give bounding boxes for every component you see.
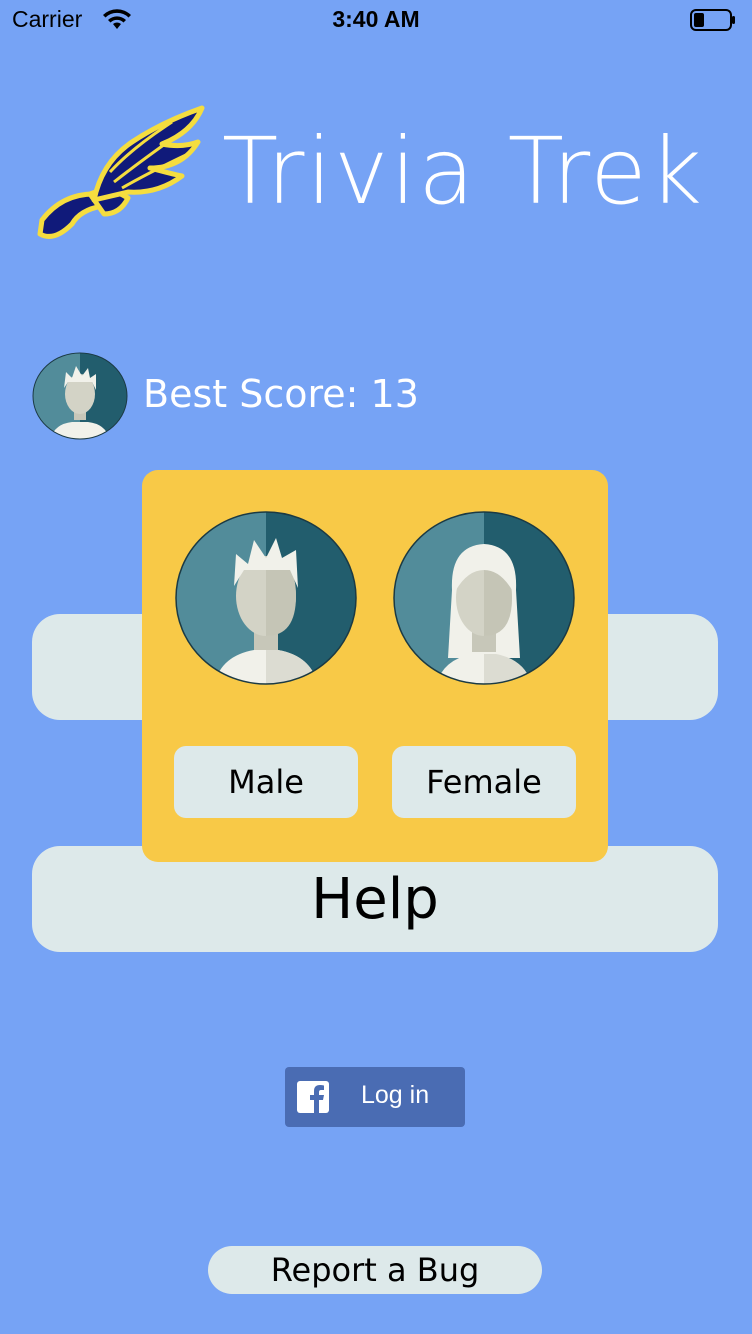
help-button-label: Help — [311, 866, 439, 932]
male-avatar-icon[interactable] — [174, 510, 358, 686]
male-avatar-icon[interactable] — [32, 352, 128, 440]
status-bar: Carrier 3:40 AM — [0, 0, 752, 40]
best-score-label: Best Score: 13 — [143, 372, 419, 416]
battery-icon — [690, 9, 735, 31]
female-avatar-icon[interactable] — [392, 510, 576, 686]
facebook-login-button[interactable]: Log in — [285, 1067, 465, 1127]
facebook-login-label: Log in — [361, 1081, 430, 1109]
female-button-label: Female — [426, 763, 542, 801]
gender-picker-popup: Male Female — [142, 470, 608, 862]
app-title: Trivia Trek — [222, 118, 705, 225]
male-button[interactable]: Male — [174, 746, 358, 818]
female-button[interactable]: Female — [392, 746, 576, 818]
facebook-icon — [297, 1081, 329, 1113]
clock: 3:40 AM — [332, 6, 420, 32]
report-bug-button[interactable]: Report a Bug — [208, 1246, 542, 1294]
winged-shoe-icon — [37, 105, 205, 239]
male-button-label: Male — [228, 763, 304, 801]
report-bug-label: Report a Bug — [270, 1251, 480, 1289]
